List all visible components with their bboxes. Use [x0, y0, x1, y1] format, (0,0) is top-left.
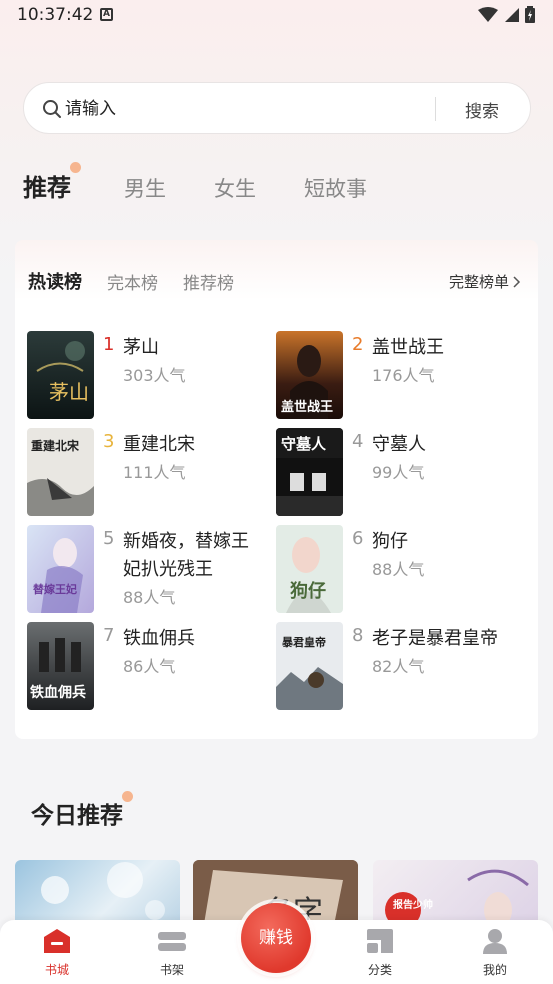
wifi-icon — [478, 6, 498, 22]
search-bar: 搜索 — [23, 82, 531, 134]
book-title: 老子是暴君皇帝 — [372, 628, 498, 649]
book-title: 狗仔 — [372, 531, 408, 552]
book-cover: 替嫁王妃 — [27, 525, 94, 613]
ranking-card: 热读榜 完本榜 推荐榜 完整榜单 茅山 1 茅山 303人气 盖世战王 2 盖世… — [15, 240, 538, 739]
title-dot — [122, 791, 133, 802]
book-cover: 重建北宋 — [27, 428, 94, 516]
tab-recommend[interactable]: 推荐 — [23, 162, 81, 203]
tab-male[interactable]: 男生 — [124, 173, 166, 203]
book-title: 重建北宋 — [123, 434, 195, 455]
nav-bookshelf[interactable]: 书架 — [137, 928, 207, 978]
book-item[interactable]: 暴君皇帝 8 老子是暴君皇帝 82人气 — [276, 622, 516, 712]
book-rank: 2 — [352, 334, 364, 355]
tab-recommended[interactable]: 推荐榜 — [183, 269, 234, 294]
cover-title: 报告少帅 — [393, 898, 433, 911]
cover-title: 守墓人 — [281, 435, 327, 453]
cover-title: 暴君皇帝 — [281, 635, 326, 649]
battery-icon — [525, 6, 535, 23]
nav-label: 书城 — [44, 963, 69, 977]
book-title: 新婚夜，替嫁王妃扒光残王 — [123, 531, 249, 580]
tab-label: 推荐 — [23, 174, 71, 202]
cover-title: 铁血佣兵 — [30, 684, 86, 701]
book-item[interactable]: 重建北宋 3 重建北宋 111人气 — [27, 428, 267, 518]
book-popularity: 303人气 — [123, 366, 186, 385]
tab-female[interactable]: 女生 — [214, 173, 256, 203]
search-divider — [435, 97, 436, 121]
status-time: 10:37:42 — [17, 5, 94, 25]
book-rank: 4 — [352, 431, 364, 452]
category-tabs: 推荐 男生 女生 短故事 — [23, 162, 415, 203]
profile-icon — [483, 929, 507, 954]
book-popularity: 111人气 — [123, 463, 186, 482]
book-cover: 暴君皇帝 — [276, 622, 343, 710]
status-bar: 10:37:42 A — [0, 0, 553, 30]
book-popularity: 88人气 — [123, 588, 176, 607]
book-popularity: 176人气 — [372, 366, 435, 385]
cover-title: 茅山 — [49, 380, 89, 404]
cover-title: 盖世战王 — [281, 399, 333, 415]
search-icon — [43, 100, 61, 118]
book-cover: 茅山 — [27, 331, 94, 419]
book-rank: 6 — [352, 528, 364, 549]
nav-label: 我的 — [482, 963, 507, 977]
today-recommend-title: 今日推荐 — [31, 791, 133, 830]
book-title: 守墓人 — [372, 434, 426, 455]
nav-category[interactable]: 分类 — [345, 928, 415, 978]
search-button[interactable]: 搜索 — [465, 97, 499, 122]
nav-mine[interactable]: 我的 — [460, 928, 530, 978]
cell-signal-icon — [505, 7, 519, 22]
earn-money-button[interactable]: 赚钱 — [241, 903, 311, 973]
full-list-label: 完整榜单 — [448, 273, 509, 291]
book-cover: 守墓人 — [276, 428, 343, 516]
full-list-link[interactable]: 完整榜单 — [449, 271, 521, 292]
cover-title: 替嫁王妃 — [33, 582, 77, 596]
book-rank: 3 — [103, 431, 115, 452]
book-cover: 盖世战王 — [276, 331, 343, 419]
book-rank: 5 — [103, 528, 115, 549]
active-dot — [70, 162, 81, 173]
nav-label: 分类 — [367, 963, 392, 977]
book-item[interactable]: 盖世战王 2 盖世战王 176人气 — [276, 331, 516, 421]
cover-title: 狗仔 — [290, 580, 326, 602]
bookstore-icon — [44, 929, 70, 953]
book-title: 茅山 — [123, 337, 159, 358]
bookshelf-icon — [158, 932, 186, 951]
book-popularity: 82人气 — [372, 657, 425, 676]
category-icon — [367, 929, 393, 953]
search-input[interactable] — [65, 95, 445, 123]
tab-hot-reading[interactable]: 热读榜 — [28, 268, 82, 294]
ranking-tabs: 热读榜 完本榜 推荐榜 — [28, 268, 259, 294]
book-item[interactable]: 茅山 1 茅山 303人气 — [27, 331, 267, 421]
chevron-right-icon — [513, 275, 521, 288]
cover-title: 重建北宋 — [31, 438, 80, 453]
nav-bookstore[interactable]: 书城 — [22, 928, 92, 978]
notification-a-icon: A — [100, 8, 113, 21]
book-item[interactable]: 铁血佣兵 7 铁血佣兵 86人气 — [27, 622, 267, 712]
book-popularity: 86人气 — [123, 657, 176, 676]
tab-short-story[interactable]: 短故事 — [304, 173, 367, 203]
book-popularity: 99人气 — [372, 463, 425, 482]
book-rank: 7 — [103, 625, 115, 646]
section-title: 今日推荐 — [31, 803, 123, 829]
earn-label: 赚钱 — [259, 928, 293, 948]
book-cover: 狗仔 — [276, 525, 343, 613]
book-title: 铁血佣兵 — [123, 628, 195, 649]
book-item[interactable]: 替嫁王妃 5 新婚夜，替嫁王妃扒光残王 88人气 — [27, 525, 267, 615]
book-cover: 铁血佣兵 — [27, 622, 94, 710]
tab-completed[interactable]: 完本榜 — [107, 269, 158, 294]
book-rank: 8 — [352, 625, 364, 646]
book-item[interactable]: 狗仔 6 狗仔 88人气 — [276, 525, 516, 615]
book-popularity: 88人气 — [372, 560, 425, 579]
book-title: 盖世战王 — [372, 337, 444, 358]
book-rank: 1 — [103, 334, 115, 355]
system-icons — [478, 6, 535, 23]
book-item[interactable]: 守墓人 4 守墓人 99人气 — [276, 428, 516, 518]
nav-label: 书架 — [159, 963, 184, 977]
